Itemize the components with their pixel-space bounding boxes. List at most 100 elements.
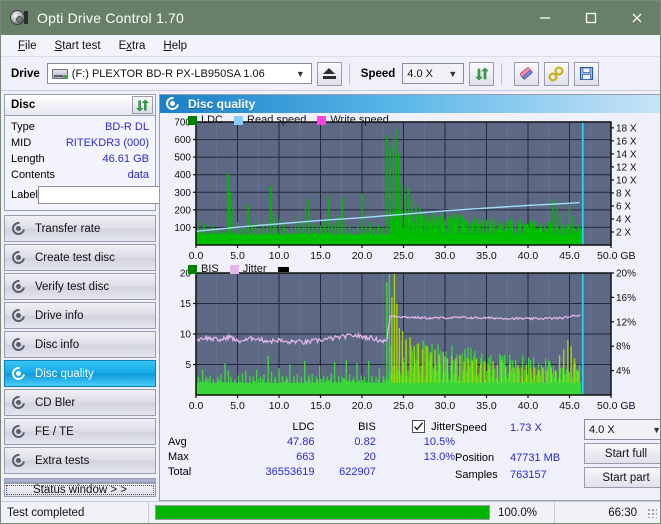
svg-text:10.0: 10.0 [269, 400, 290, 412]
svg-text:400: 400 [174, 170, 191, 181]
svg-text:100: 100 [174, 223, 191, 234]
sidebar-item-fe-te[interactable]: FE / TE [4, 418, 156, 445]
legend-label-read-speed: Read speed [247, 114, 307, 126]
resize-grip-icon[interactable] [647, 507, 657, 518]
svg-text:10 X: 10 X [616, 175, 637, 186]
readout-area: Speed 1.73 X Position 47731 MB Samples 7… [455, 419, 660, 500]
svg-text:200: 200 [174, 205, 191, 216]
stats-avg-ldc: 47.86 [286, 435, 315, 448]
svg-text:0.0: 0.0 [189, 250, 204, 262]
disc-properties: Type BD-R DL MID RITEKDR3 (000) Length 4… [5, 116, 240, 210]
refresh-button[interactable] [469, 61, 495, 86]
svg-text:14 X: 14 X [616, 149, 637, 160]
readout-row-samples: Samples 763157 [455, 466, 582, 483]
erase-button[interactable] [514, 61, 540, 86]
sidebar-item-disc-info[interactable]: Disc info [4, 331, 156, 358]
legend-entry-read-speed: Read speed [234, 114, 306, 126]
chart-plot-bottom[interactable]: 5 10 15 20 4% 8% 12% 16% 20% 0.0 5.0 10.0 15.0 20.0 25… [160, 263, 660, 415]
speed-select[interactable]: 4.0 X ▼ [402, 63, 465, 84]
tools-button[interactable] [544, 61, 570, 86]
svg-text:18 X: 18 X [616, 123, 637, 134]
drive-select[interactable]: (F:) PLEXTOR BD-R PX-LB950SA 1.06 ▼ [46, 63, 312, 84]
sidebar-item-label: Drive info [35, 309, 84, 322]
menu-extra[interactable]: Extra [110, 38, 155, 54]
sidebar-item-transfer-rate[interactable]: Transfer rate [4, 215, 156, 242]
close-button[interactable] [614, 1, 660, 35]
legend-swatch-bis [188, 264, 197, 274]
svg-text:5.0: 5.0 [230, 250, 245, 262]
readout-samples-value: 763157 [510, 468, 547, 481]
chart-bis-jitter: BIS Jitter 5 10 15 20 4% 8% 12% 16% 20% 0.0 5.0 10.… [160, 263, 660, 415]
disc-panel-header: Disc [5, 95, 155, 116]
disc-icon [9, 218, 28, 238]
legend-entry-scale-marker [277, 266, 289, 272]
disc-info-panel: Disc Type BD-R DL MID RITEKDR3 (000) Len… [4, 94, 240, 211]
sidebar-item-cd-bler[interactable]: CD Bler [4, 389, 156, 416]
status-text: Test completed [1, 501, 149, 523]
toolbar: Drive (F:) PLEXTOR BD-R PX-LB950SA 1.06 … [1, 57, 660, 91]
svg-text:6 X: 6 X [616, 201, 631, 212]
toolbar-divider [348, 62, 350, 85]
disc-icon [9, 305, 28, 325]
test-speed-select[interactable]: 4.0 X ▼ [584, 419, 660, 440]
test-speed-value: 4.0 X [589, 423, 615, 436]
svg-text:300: 300 [174, 188, 191, 199]
sidebar-item-drive-info[interactable]: Drive info [4, 302, 156, 329]
svg-text:500: 500 [174, 153, 191, 164]
sidebar-item-label: CD Bler [35, 396, 76, 409]
progress-bar [155, 505, 490, 520]
test-controls: 4.0 X ▼ Start full Start part [584, 419, 660, 500]
stats-max-jitter: 13.0% [423, 450, 455, 463]
disc-quality-icon [163, 94, 182, 113]
progress-cell: 100.0% [149, 501, 555, 523]
sidebar-item-create-test-disc[interactable]: Create test disc [4, 244, 156, 271]
start-full-button[interactable]: Start full [584, 443, 660, 464]
chart-legend-top: LDC Read speed Write speed [188, 114, 396, 126]
legend-swatch-jitter [229, 264, 239, 274]
svg-text:16%: 16% [616, 293, 636, 304]
sidebar-item-label: Disc info [35, 338, 80, 351]
refresh-arrows-icon [475, 67, 489, 80]
disc-label-label: Label [11, 189, 38, 201]
maximize-button[interactable] [568, 1, 614, 35]
disc-row-type: Type BD-R DL [11, 119, 149, 135]
svg-text:4%: 4% [616, 366, 631, 377]
stats-header-row: LDC BIS Jitter [168, 419, 455, 434]
disc-mid-value: RITEKDR3 (000) [65, 137, 149, 149]
save-button[interactable] [574, 61, 600, 86]
menu-help[interactable]: Help [154, 38, 196, 54]
svg-text:45.0: 45.0 [559, 400, 580, 412]
svg-text:15: 15 [180, 299, 192, 310]
stats-max-bis: 20 [363, 450, 376, 463]
start-part-button[interactable]: Start part [584, 467, 660, 488]
svg-text:12%: 12% [616, 317, 636, 328]
menu-file[interactable]: File [9, 38, 46, 54]
disc-icon [9, 421, 28, 441]
stats-total-ldc: 36553619 [265, 465, 315, 478]
chart-plot-top[interactable]: 100 200 300 400 500 600 700 2 X4 X6 X8 X 10 X 12 … [160, 113, 660, 263]
sidebar-item-verify-test-disc[interactable]: Verify test disc [4, 273, 156, 300]
svg-text:30.0: 30.0 [435, 400, 456, 412]
sidebar-item-disc-quality[interactable]: Disc quality [4, 360, 156, 387]
readout-values: Speed 1.73 X Position 47731 MB Samples 7… [455, 419, 582, 500]
sidebar-item-extra-tests[interactable]: Extra tests [4, 447, 156, 474]
progress-bar-fill [156, 506, 489, 519]
status-window-button[interactable]: Status window > > [4, 483, 156, 497]
stats-col-jitter-label: Jitter [431, 420, 455, 433]
jitter-checkbox[interactable] [412, 420, 426, 433]
main-body: Disc Type BD-R DL MID RITEKDR3 (000) Len… [1, 91, 660, 501]
readout-row-speed: Speed 1.73 X [455, 419, 582, 436]
disc-mid-label: MID [11, 137, 32, 149]
disc-refresh-button[interactable] [132, 96, 153, 114]
menu-start-test[interactable]: Start test [46, 38, 110, 54]
readout-speed-value: 1.73 X [510, 421, 542, 434]
error-statistics-table: LDC BIS Jitter Avg 47.86 0.82 10.5% Max … [160, 419, 455, 500]
speed-select-value: 4.0 X [407, 67, 433, 80]
minimize-button[interactable] [522, 1, 568, 35]
eject-button[interactable] [316, 61, 342, 86]
disc-row-mid: MID RITEKDR3 (000) [11, 135, 149, 151]
disc-icon [9, 363, 28, 383]
svg-text:40.0: 40.0 [518, 250, 539, 262]
chart-legend-bottom: BIS Jitter [188, 263, 296, 275]
stats-avg-bis: 0.82 [354, 435, 376, 448]
